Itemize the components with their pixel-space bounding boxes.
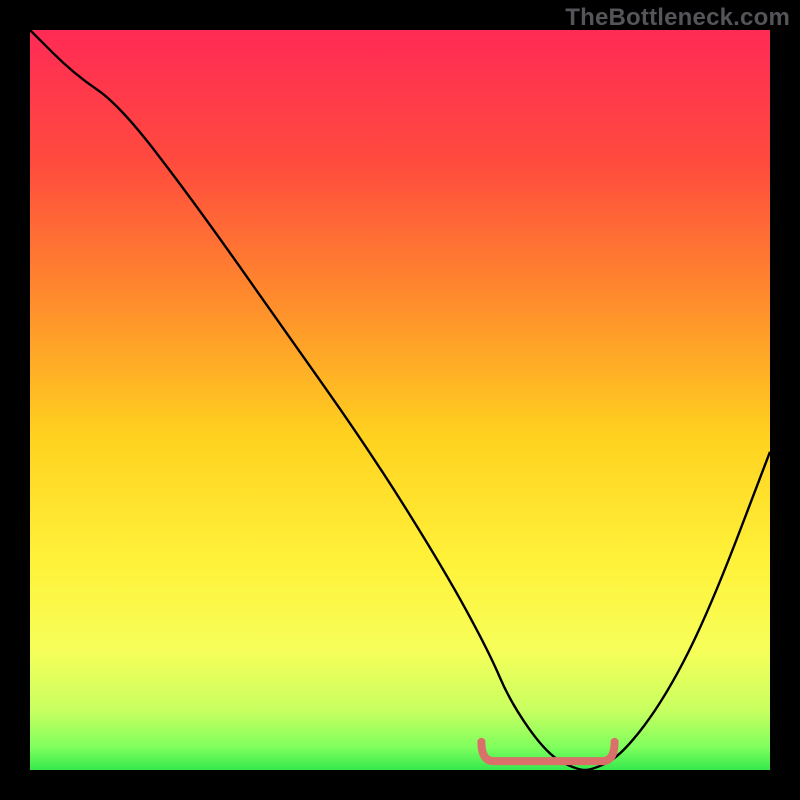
watermark-text: TheBottleneck.com bbox=[565, 4, 790, 32]
chart-container: { "watermark": "TheBottleneck.com", "cha… bbox=[0, 0, 800, 800]
gradient-background bbox=[30, 30, 770, 770]
bottleneck-chart bbox=[0, 0, 800, 800]
